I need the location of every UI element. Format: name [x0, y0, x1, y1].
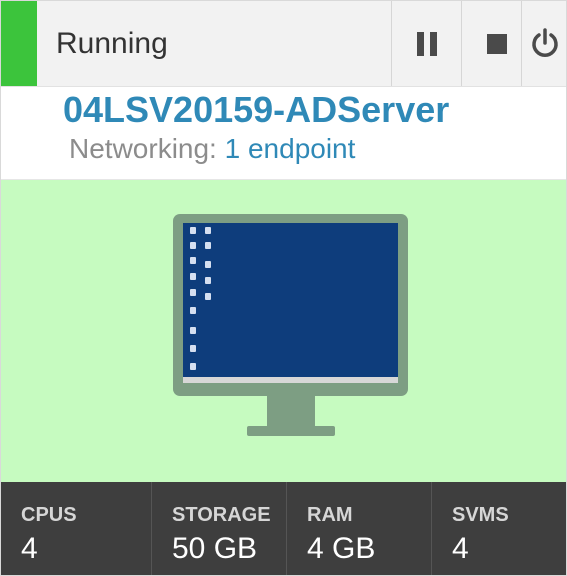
vm-name[interactable]: 04LSV20159-ADServer [63, 89, 449, 131]
stat-cpus: CPUS 4 [1, 482, 151, 575]
desktop-icon [205, 242, 211, 249]
desktop-icon [190, 227, 196, 234]
desktop-screenshot [183, 223, 398, 383]
endpoint-link[interactable]: 1 endpoint [225, 133, 356, 164]
stat-value: 4 GB [307, 532, 376, 565]
desktop-icon [190, 307, 196, 314]
desktop-icon [190, 327, 196, 334]
desktop-icon [205, 277, 211, 284]
stat-label: RAM [307, 504, 353, 526]
desktop-icon [190, 273, 196, 280]
networking-label: Networking: [69, 133, 217, 164]
monitor-base [247, 426, 335, 436]
pause-button[interactable] [391, 1, 462, 86]
pause-icon [417, 31, 437, 56]
status-bar: Running [1, 1, 566, 87]
stat-value: 50 GB [172, 532, 258, 565]
status-indicator [1, 1, 37, 86]
desktop-icon [190, 242, 196, 249]
networking-info: Networking: 1 endpoint [69, 133, 355, 165]
power-button[interactable] [521, 1, 566, 86]
stat-label: STORAGE [172, 504, 271, 526]
monitor-stand [267, 396, 315, 426]
power-icon [531, 27, 558, 57]
desktop-icon [205, 227, 211, 234]
stat-ram: RAM 4 GB [286, 482, 432, 575]
stat-label: CPUS [21, 504, 77, 526]
desktop-icon [190, 363, 196, 370]
desktop-icon [205, 293, 211, 300]
status-label: Running [56, 27, 168, 60]
stat-value: 4 [21, 532, 38, 565]
stat-storage: STORAGE 50 GB [151, 482, 287, 575]
stat-svms: SVMS 4 [431, 482, 566, 575]
desktop-icon [205, 261, 211, 268]
stat-label: SVMS [452, 504, 509, 526]
stats-bar: CPUS 4 STORAGE 50 GB RAM 4 GB SVMS 4 [1, 482, 566, 575]
desktop-icon [190, 257, 196, 264]
desktop-icon [190, 289, 196, 296]
stat-value: 4 [452, 532, 469, 565]
vm-card: Running 04LSV20159-ADServer Networking: … [0, 0, 567, 576]
desktop-icon [190, 345, 196, 352]
stop-icon [487, 33, 507, 54]
desktop-taskbar [183, 377, 398, 383]
